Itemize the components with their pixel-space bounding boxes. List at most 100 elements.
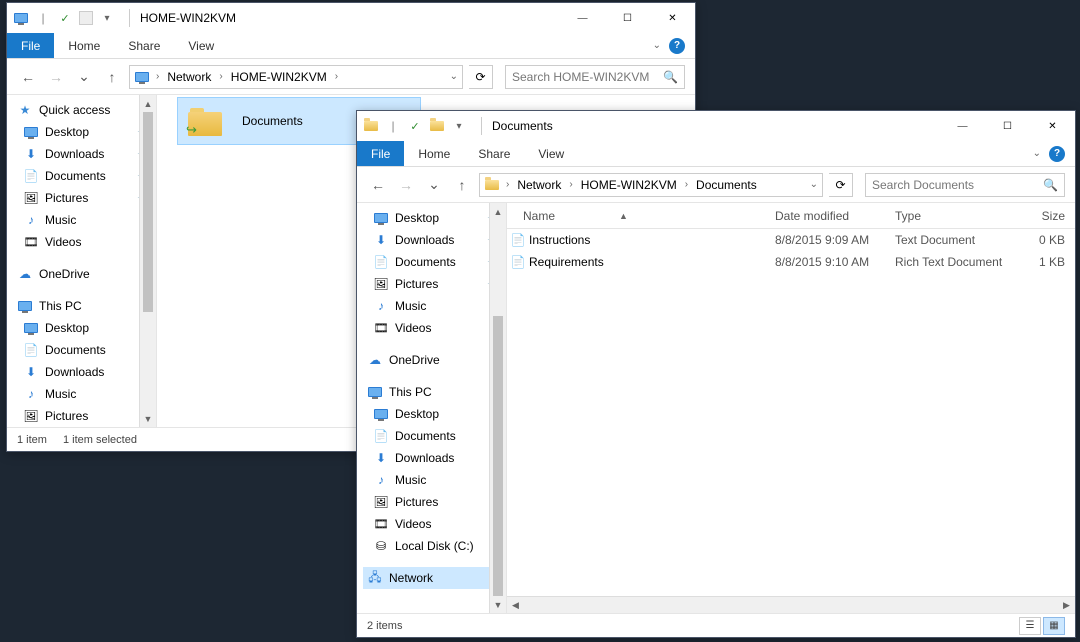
nav-downloads[interactable]: ⬇Downloads📌: [13, 143, 156, 165]
navigation-pane[interactable]: ★Quick access Desktop📌 ⬇Downloads📌 📄Docu…: [7, 95, 157, 427]
nav-pc-downloads[interactable]: ⬇Downloads: [13, 361, 156, 383]
maximize-button[interactable]: ☐: [605, 3, 650, 33]
address-bar[interactable]: › Network › HOME-WIN2KVM › ⌄: [129, 65, 463, 89]
address-dropdown-icon[interactable]: ⌄: [810, 179, 818, 190]
nav-pc-pictures[interactable]: 🖼Pictures: [363, 491, 506, 513]
breadcrumb-sep-icon[interactable]: ›: [683, 179, 690, 190]
scroll-up-icon[interactable]: ▲: [140, 95, 156, 112]
tab-home[interactable]: Home: [54, 33, 114, 58]
nav-pc-music[interactable]: ♪Music: [13, 383, 156, 405]
nav-pc-desktop[interactable]: Desktop: [13, 317, 156, 339]
titlebar[interactable]: | ✓ ▾ HOME-WIN2KVM — ☐ ✕: [7, 3, 695, 33]
ribbon-expand-icon[interactable]: ⌄: [653, 40, 661, 51]
maximize-button[interactable]: ☐: [985, 111, 1030, 141]
minimize-button[interactable]: —: [940, 111, 985, 141]
address-bar[interactable]: › Network › HOME-WIN2KVM › Documents ⌄: [479, 173, 823, 197]
close-button[interactable]: ✕: [650, 3, 695, 33]
breadcrumb-host[interactable]: HOME-WIN2KVM: [579, 178, 679, 192]
nav-pc-documents[interactable]: 📄Documents: [363, 425, 506, 447]
nav-documents[interactable]: 📄Documents📌: [363, 251, 506, 273]
view-large-icons-button[interactable]: ▦: [1043, 617, 1065, 635]
file-row[interactable]: 📄 Requirements 8/8/2015 9:10 AM Rich Tex…: [507, 251, 1075, 273]
qat-dropdown-icon[interactable]: ▾: [451, 118, 467, 134]
breadcrumb-host[interactable]: HOME-WIN2KVM: [229, 70, 329, 84]
nav-quick-access[interactable]: ★Quick access: [13, 99, 156, 121]
nav-pc-localdisk[interactable]: ⛁Local Disk (C:): [363, 535, 506, 557]
tab-home[interactable]: Home: [404, 141, 464, 166]
search-input[interactable]: Search Documents 🔍: [865, 173, 1065, 197]
tab-file[interactable]: File: [357, 141, 404, 166]
nav-pc-music[interactable]: ♪Music: [363, 469, 506, 491]
back-button[interactable]: ←: [17, 66, 39, 88]
address-dropdown-icon[interactable]: ⌄: [450, 71, 458, 82]
col-date[interactable]: Date modified: [775, 209, 895, 223]
up-button[interactable]: ↑: [451, 174, 473, 196]
view-details-button[interactable]: ☰: [1019, 617, 1041, 635]
minimize-button[interactable]: —: [560, 3, 605, 33]
nav-pictures[interactable]: 🖼Pictures📌: [363, 273, 506, 295]
nav-videos[interactable]: 🎞Videos: [363, 317, 506, 339]
breadcrumb-folder[interactable]: Documents: [694, 178, 759, 192]
forward-button[interactable]: →: [395, 174, 417, 196]
tab-file[interactable]: File: [7, 33, 54, 58]
breadcrumb-sep-icon[interactable]: ›: [217, 71, 224, 82]
navigation-pane[interactable]: Desktop📌 ⬇Downloads📌 📄Documents📌 🖼Pictur…: [357, 203, 507, 613]
forward-button[interactable]: →: [45, 66, 67, 88]
tab-view[interactable]: View: [174, 33, 228, 58]
breadcrumb-sep-icon[interactable]: ›: [567, 179, 574, 190]
ribbon-expand-icon[interactable]: ⌄: [1033, 148, 1041, 159]
content-pane[interactable]: Name ▲ Date modified Type Size 📄 Instruc…: [507, 203, 1075, 613]
scroll-down-icon[interactable]: ▼: [490, 596, 506, 613]
recent-locations-button[interactable]: ⌄: [73, 66, 95, 88]
file-row[interactable]: 📄 Instructions 8/8/2015 9:09 AM Text Doc…: [507, 229, 1075, 251]
col-name[interactable]: Name ▲: [507, 209, 775, 223]
tab-share[interactable]: Share: [464, 141, 524, 166]
nav-music[interactable]: ♪Music: [13, 209, 156, 231]
back-button[interactable]: ←: [367, 174, 389, 196]
nav-network[interactable]: 🖧Network: [363, 567, 506, 589]
help-icon[interactable]: ?: [669, 38, 685, 54]
qat-dropdown-icon[interactable]: ▾: [99, 10, 115, 26]
properties-icon[interactable]: ✓: [57, 10, 73, 26]
nav-pc-videos[interactable]: 🎞Videos: [363, 513, 506, 535]
refresh-button[interactable]: ⟳: [469, 65, 493, 89]
col-size[interactable]: Size: [1015, 209, 1075, 223]
close-button[interactable]: ✕: [1030, 111, 1075, 141]
scroll-right-icon[interactable]: ▶: [1058, 597, 1075, 613]
breadcrumb-sep-icon[interactable]: ›: [154, 71, 161, 82]
refresh-button[interactable]: ⟳: [829, 173, 853, 197]
nav-videos[interactable]: 🎞Videos: [13, 231, 156, 253]
tab-share[interactable]: Share: [114, 33, 174, 58]
up-button[interactable]: ↑: [101, 66, 123, 88]
nav-music[interactable]: ♪Music: [363, 295, 506, 317]
nav-onedrive[interactable]: ☁OneDrive: [363, 349, 506, 371]
nav-this-pc[interactable]: This PC: [13, 295, 156, 317]
tab-view[interactable]: View: [524, 141, 578, 166]
scroll-up-icon[interactable]: ▲: [490, 203, 506, 220]
nav-onedrive[interactable]: ☁OneDrive: [13, 263, 156, 285]
scroll-left-icon[interactable]: ◀: [507, 597, 524, 613]
nav-pc-desktop[interactable]: Desktop: [363, 403, 506, 425]
nav-desktop[interactable]: Desktop📌: [13, 121, 156, 143]
search-input[interactable]: Search HOME-WIN2KVM 🔍: [505, 65, 685, 89]
properties-icon[interactable]: ✓: [407, 118, 423, 134]
nav-desktop[interactable]: Desktop📌: [363, 207, 506, 229]
nav-pc-documents[interactable]: 📄Documents: [13, 339, 156, 361]
nav-scrollbar[interactable]: ▲ ▼: [139, 95, 156, 427]
nav-pc-downloads[interactable]: ⬇Downloads: [363, 447, 506, 469]
nav-pictures[interactable]: 🖼Pictures📌: [13, 187, 156, 209]
col-type[interactable]: Type: [895, 209, 1015, 223]
breadcrumb-network[interactable]: Network: [165, 70, 213, 84]
titlebar[interactable]: | ✓ ▾ Documents — ☐ ✕: [357, 111, 1075, 141]
scroll-down-icon[interactable]: ▼: [140, 410, 156, 427]
nav-documents[interactable]: 📄Documents📌: [13, 165, 156, 187]
breadcrumb-network[interactable]: Network: [515, 178, 563, 192]
help-icon[interactable]: ?: [1049, 146, 1065, 162]
recent-locations-button[interactable]: ⌄: [423, 174, 445, 196]
breadcrumb-sep-icon[interactable]: ›: [504, 179, 511, 190]
content-h-scrollbar[interactable]: ◀ ▶: [507, 596, 1075, 613]
nav-downloads[interactable]: ⬇Downloads📌: [363, 229, 506, 251]
breadcrumb-sep-icon[interactable]: ›: [333, 71, 340, 82]
nav-this-pc[interactable]: This PC: [363, 381, 506, 403]
nav-pc-pictures[interactable]: 🖼Pictures: [13, 405, 156, 427]
